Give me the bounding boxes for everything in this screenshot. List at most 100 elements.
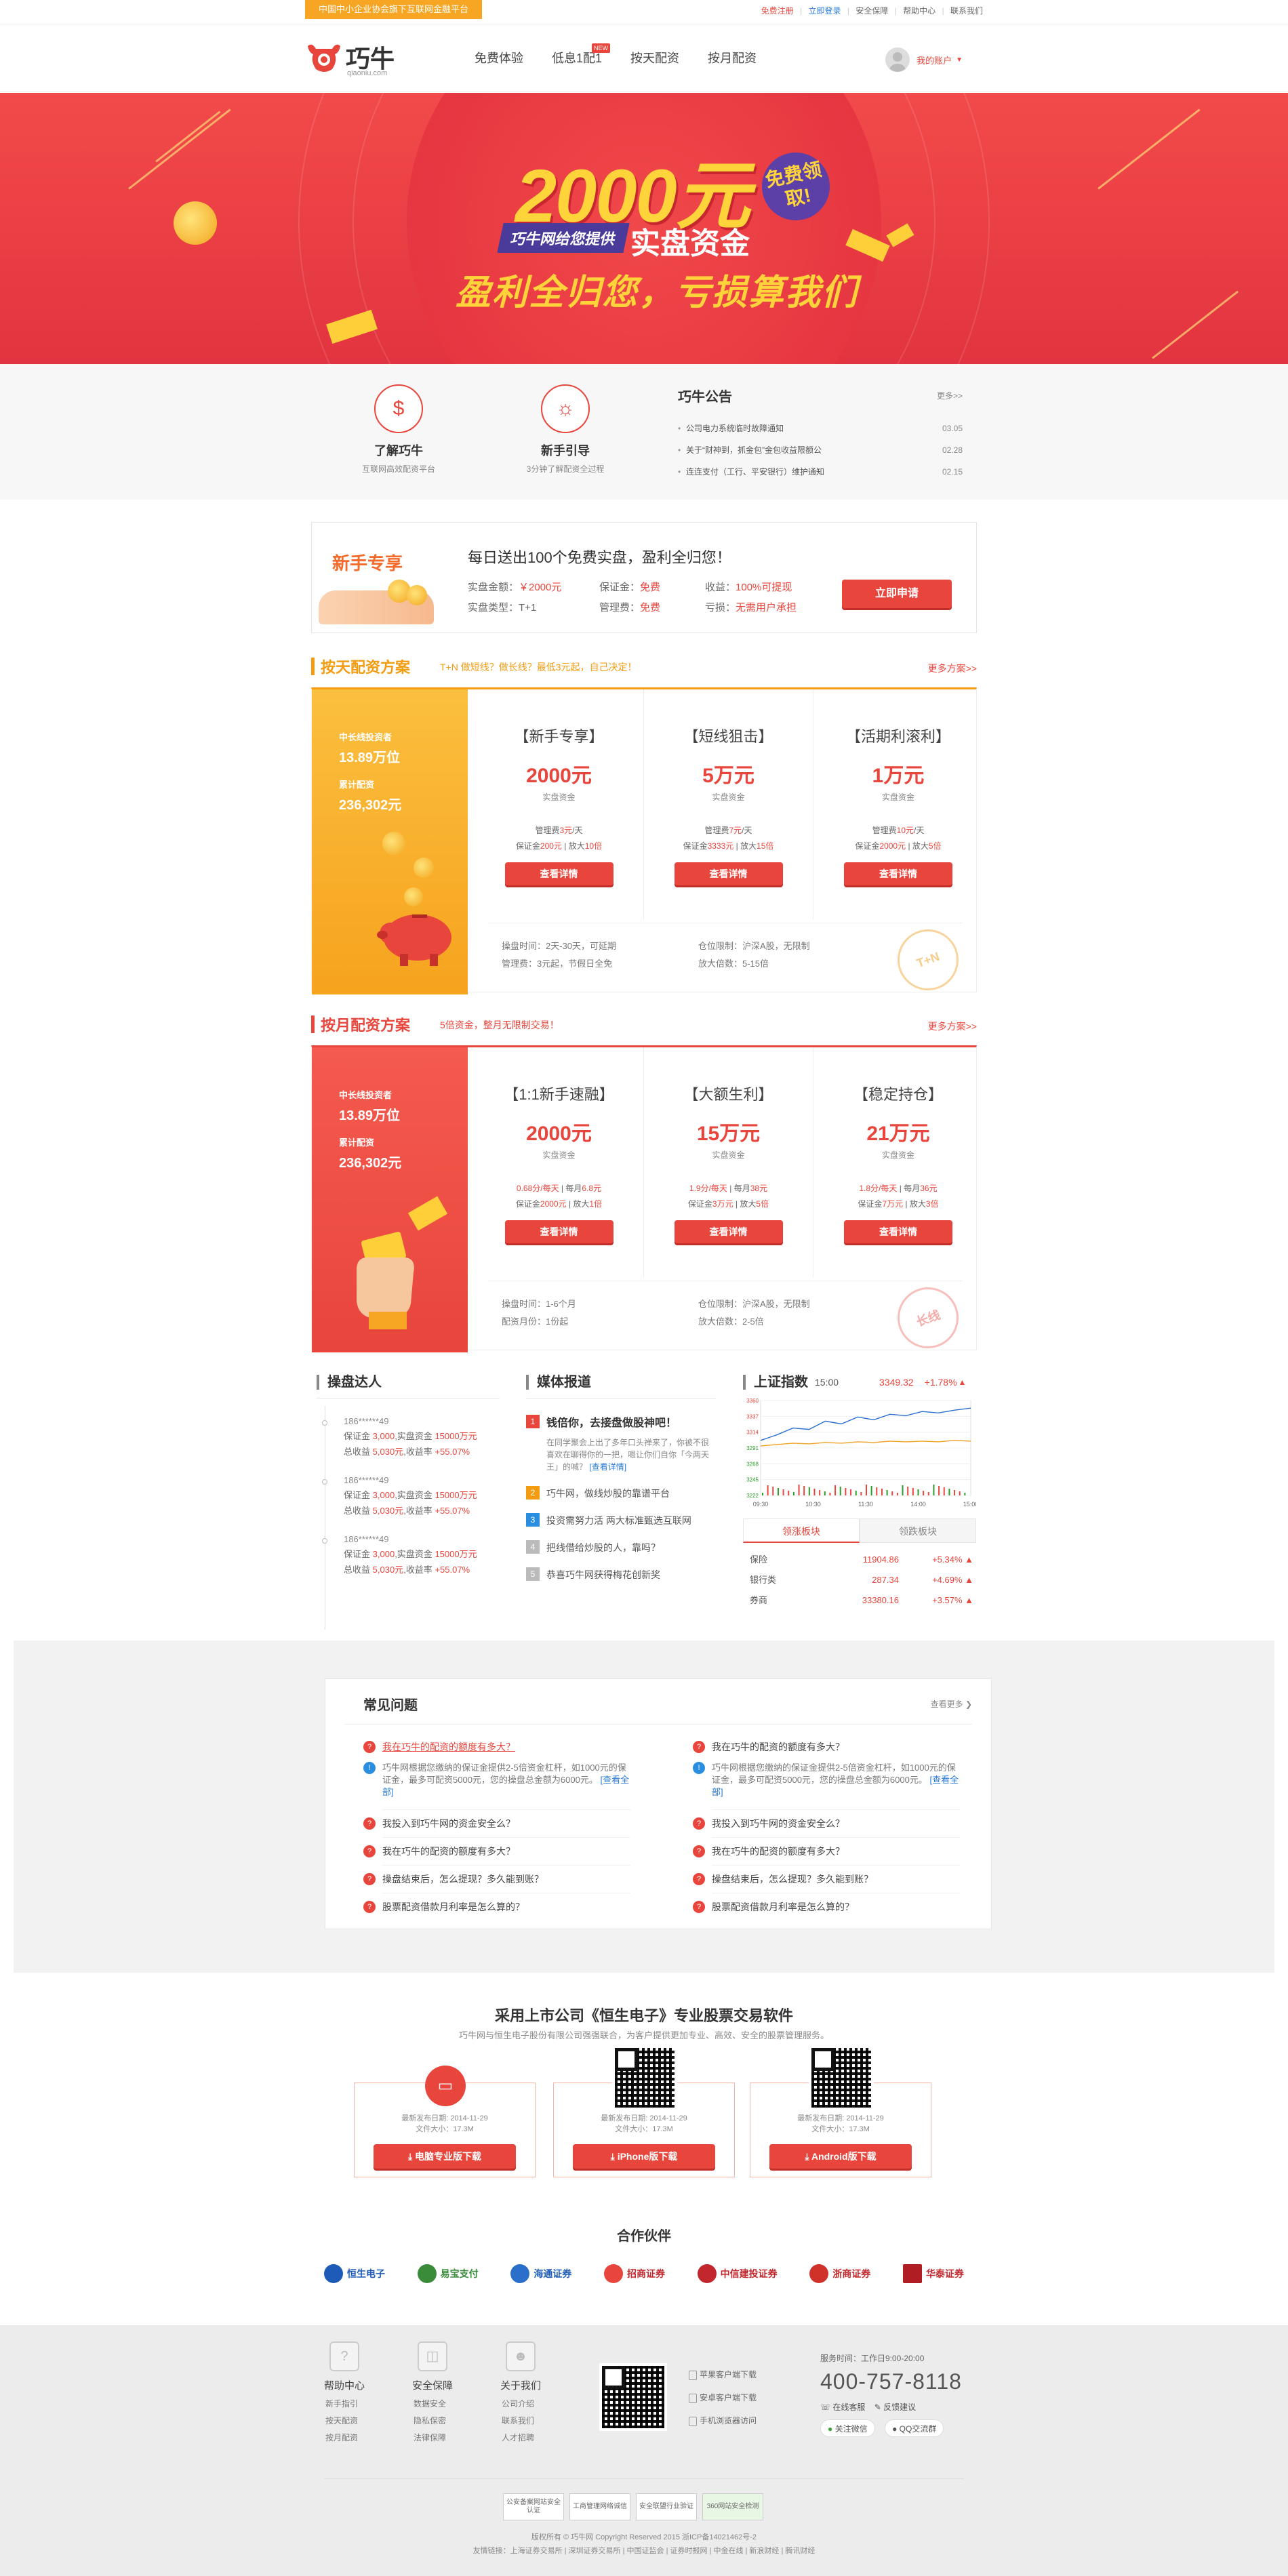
partner-hundsun[interactable]: 恒生电子 xyxy=(324,2264,385,2283)
footer-link[interactable]: 人才招聘 xyxy=(487,2432,555,2443)
login-link[interactable]: 立即登录 xyxy=(809,6,841,16)
media-title: 巧牛网，做线炒股的靠谱平台 xyxy=(546,1488,670,1499)
notice-more-link[interactable]: 更多>> xyxy=(937,390,963,401)
feedback-link[interactable]: ✎ 反馈建议 xyxy=(874,2402,916,2412)
faq-more-link[interactable]: 查看更多 ❯ xyxy=(931,1698,972,1710)
partner-logo-icon xyxy=(510,2264,530,2283)
mobile-web-link[interactable]: 手机浏览器访问 xyxy=(689,2409,757,2432)
faq-question[interactable]: ? 操盘结束后，怎么提现？多久能到账？ xyxy=(359,1866,630,1893)
apply-now-button[interactable]: 立即申请 xyxy=(842,580,952,608)
trust-badge[interactable]: 公安备案网站安全认证 xyxy=(503,2493,564,2520)
footer-link[interactable]: 按月配资 xyxy=(310,2432,378,2443)
divider xyxy=(344,1724,972,1725)
help-link[interactable]: 帮助中心 xyxy=(903,6,935,16)
sector-row[interactable]: 银行类 287.34 +4.69% ▲ xyxy=(743,1570,976,1590)
partner-csc[interactable]: 中信建投证券 xyxy=(697,2264,778,2283)
faq-question[interactable]: ? 股票配资借款月利率是怎么算的？ xyxy=(359,1893,630,1920)
view-details-button[interactable]: 查看详情 xyxy=(844,862,952,885)
rank-number: 2 xyxy=(526,1486,540,1500)
feature-about[interactable]: $ 了解巧牛 互联网高效配资平台 xyxy=(338,384,460,475)
view-details-button[interactable]: 查看详情 xyxy=(504,1220,613,1243)
footer-link[interactable]: 新手指引 xyxy=(310,2398,378,2409)
view-details-button[interactable]: 查看详情 xyxy=(504,862,613,885)
media-featured[interactable]: 1 钱倍你，去接盘做股神吧！ 在同学聚会上出了多年口头禅来了，你被不很喜欢在聊得… xyxy=(526,1413,716,1473)
faq-question[interactable]: ? 我在巧牛的配资的额度有多大？ xyxy=(359,1838,630,1865)
partner-htsc[interactable]: 华泰证券 xyxy=(902,2264,964,2283)
expert-item[interactable]: 186******49 保证金 3,000,实盘资金 15000万元 总收益 5… xyxy=(317,1475,500,1516)
sector-row[interactable]: 保险 11904.86 +5.34% ▲ xyxy=(743,1550,976,1570)
sector-row[interactable]: 券商 33380.16 +3.57% ▲ xyxy=(743,1590,976,1611)
online-service-link[interactable]: ☏ 在线客服 xyxy=(820,2402,865,2412)
volume-bar xyxy=(917,1489,919,1495)
volume-bar xyxy=(907,1487,909,1495)
faq-question[interactable]: ? 我在巧牛的配资的额度有多大？ xyxy=(689,1733,960,1760)
friend-links[interactable]: 友情链接：上海证券交易所 | 深圳证券交易所 | 中国证监会 | 证券时报网 |… xyxy=(0,2545,1288,2556)
trust-badge[interactable]: 工商管理网络诚信 xyxy=(569,2493,630,2520)
media-item[interactable]: 3 投资需努力活 两大标准甄选互联网 xyxy=(526,1513,716,1527)
account-menu[interactable]: 我的账户 ▼ xyxy=(885,47,963,72)
expert-item[interactable]: 186******49 保证金 3,000,实盘资金 15000万元 总收益 5… xyxy=(317,1534,500,1575)
view-details-button[interactable]: 查看详情 xyxy=(674,862,783,885)
newbie-loss: 亏损：无需用户承担 xyxy=(705,602,797,613)
nav-monthly-plan[interactable]: 按月配资 xyxy=(708,24,757,92)
view-details-button[interactable]: 查看详情 xyxy=(674,1220,783,1243)
footer-link[interactable]: 法律保障 xyxy=(399,2432,466,2443)
faq-column-right: ? 我在巧牛的配资的额度有多大？ ! 巧牛网根据您缴纳的保证金提供2-5倍资金杠杆，… xyxy=(689,1733,960,1920)
nav-daily-plan[interactable]: 按天配资 xyxy=(630,24,679,92)
media-item[interactable]: 4 把线借给炒股的人，靠吗？ xyxy=(526,1540,716,1554)
qq-button[interactable]: ● QQ交流群 xyxy=(885,2419,944,2437)
nav-free-trial[interactable]: 免费体验 xyxy=(475,24,523,92)
register-link[interactable]: 免费注册 xyxy=(761,6,794,16)
download-button[interactable]: ⤓ iPhone版下载 xyxy=(573,2144,715,2169)
faq-question[interactable]: ? 操盘结束后，怎么提现？多久能到账？ xyxy=(689,1866,960,1893)
notice-item[interactable]: 关于“财神到，抓金包”金包收益限额公 02.28 xyxy=(678,439,963,461)
safety-link[interactable]: 安全保障 xyxy=(856,6,888,16)
decor-stripe xyxy=(1152,290,1239,359)
faq-question[interactable]: ? 我在巧牛的配资的额度有多大？ xyxy=(359,1733,630,1760)
partner-haitong[interactable]: 海通证券 xyxy=(510,2264,571,2283)
media-more-link[interactable]: [查看详情] xyxy=(589,1462,626,1472)
plan-deposit: 保证金2000元 | 放大5倍 xyxy=(855,841,942,851)
view-details-button[interactable]: 查看详情 xyxy=(844,1220,952,1243)
partner-yeepay[interactable]: 易宝支付 xyxy=(417,2264,479,2283)
bull-logo-icon[interactable] xyxy=(305,41,343,75)
faq-question[interactable]: ? 股票配资借款月利率是怎么算的？ xyxy=(689,1893,960,1920)
trust-badge[interactable]: 360网站安全检测 xyxy=(702,2493,763,2520)
wechat-button[interactable]: ● 关注微信 xyxy=(820,2419,875,2437)
more-plans-link[interactable]: 更多方案>> xyxy=(928,662,977,675)
partner-cmschina[interactable]: 招商证券 xyxy=(603,2264,665,2283)
stat-label: 累计配资 xyxy=(339,780,375,790)
contact-link[interactable]: 联系我们 xyxy=(950,6,983,16)
footer-link[interactable]: 数据安全 xyxy=(399,2398,466,2409)
feature-guide[interactable]: ☼ 新手引导 3分钟了解配资全过程 xyxy=(504,384,626,475)
apple-download-link[interactable]: 苹果客户端下载 xyxy=(689,2363,757,2386)
column-title: 媒体报道 xyxy=(526,1375,716,1390)
promo-banner[interactable]: 2000元 免费领取! 巧牛网给您提供 实盘资金 盈利全归您，亏损算我们 xyxy=(0,93,1288,364)
volume-bar xyxy=(813,1489,816,1495)
plan-card: 【短线狙击】 5万元 实盘资金 管理费7元/天 保证金3333元 | 放大15倍… xyxy=(644,689,813,920)
faq-question[interactable]: ? 我在巧牛的配资的额度有多大？ xyxy=(689,1838,960,1865)
download-button[interactable]: ⤓ Android版下载 xyxy=(769,2144,912,2169)
faq-question[interactable]: ? 我投入到巧牛网的资金安全么？ xyxy=(359,1810,630,1837)
stat-value: 236,302元 xyxy=(339,798,402,813)
media-item[interactable]: 5 恭喜巧牛网获得梅花创新奖 xyxy=(526,1567,716,1582)
download-icon: ⤓ xyxy=(805,2151,809,2162)
media-item[interactable]: 2 巧牛网，做线炒股的靠谱平台 xyxy=(526,1486,716,1500)
nav-low-interest[interactable]: 低息1配1 NEW xyxy=(552,24,611,92)
trust-badge[interactable]: 安全联盟行业验证 xyxy=(636,2493,697,2520)
tab-losers[interactable]: 领跌板块 xyxy=(860,1518,976,1543)
download-button[interactable]: ⤓ 电脑专业版下载 xyxy=(374,2144,516,2169)
more-plans-link[interactable]: 更多方案>> xyxy=(928,1020,977,1033)
android-download-link[interactable]: 安卓客户端下载 xyxy=(689,2386,757,2409)
expert-item[interactable]: 186******49 保证金 3,000,实盘资金 15000万元 总收益 5… xyxy=(317,1416,500,1457)
partner-stocke[interactable]: 浙商证券 xyxy=(809,2264,870,2283)
notice-item[interactable]: 连连支付（工行、平安银行）维护通知 02.15 xyxy=(678,461,963,483)
footer-link[interactable]: 隐私保密 xyxy=(399,2415,466,2426)
footer-link[interactable]: 公司介绍 xyxy=(487,2398,555,2409)
footer-link[interactable]: 按天配资 xyxy=(310,2415,378,2426)
footer-link[interactable]: 联系我们 xyxy=(487,2415,555,2426)
tab-gainers[interactable]: 领涨板块 xyxy=(743,1518,860,1543)
faq-question[interactable]: ? 我投入到巧牛网的资金安全么？ xyxy=(689,1810,960,1837)
notice-item[interactable]: 公司电力系统临时故障通知 03.05 xyxy=(678,418,963,439)
sector-change: +4.69% ▲ xyxy=(932,1575,973,1585)
